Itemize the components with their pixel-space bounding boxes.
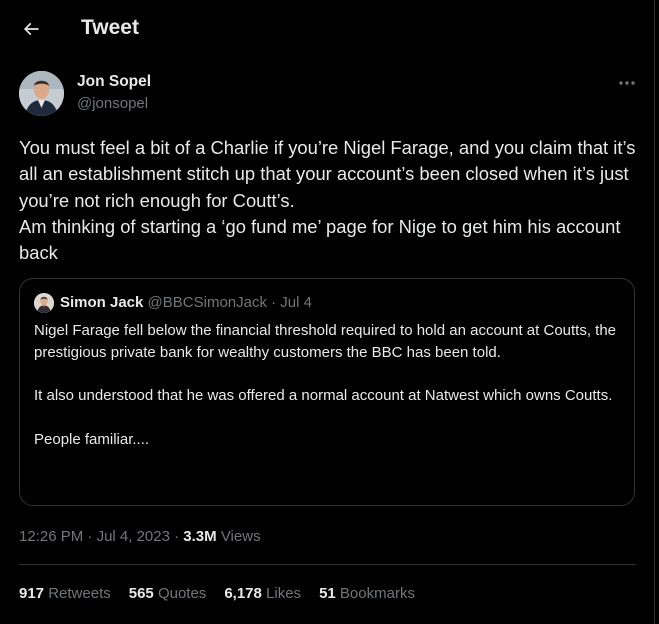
author-avatar[interactable] — [19, 71, 64, 116]
stat-count: 565 — [128, 585, 154, 602]
avatar-image — [19, 71, 64, 116]
quoted-avatar-image — [34, 293, 54, 313]
tweet-date[interactable]: Jul 4, 2023 — [97, 528, 170, 545]
back-button[interactable] — [14, 12, 48, 46]
quoted-tweet[interactable]: Simon Jack @BBCSimonJack · Jul 4 Nigel F… — [19, 278, 635, 506]
tweet-stats: 917 Retweets 565 Quotes 6,178 Likes 51 B… — [19, 585, 433, 602]
stat-count: 6,178 — [224, 585, 262, 602]
tweet-meta: 12:26 PM · Jul 4, 2023 · 3.3M Views — [19, 528, 261, 545]
quoted-text: Nigel Farage fell below the financial th… — [34, 322, 617, 448]
meta-separator: · — [87, 528, 97, 545]
arrow-left-icon — [23, 22, 39, 36]
quoted-header: Simon Jack @BBCSimonJack · Jul 4 — [60, 294, 312, 311]
author-name[interactable]: Jon Sopel — [77, 73, 151, 91]
quoted-author-meta: @BBCSimonJack · Jul 4 — [147, 294, 312, 311]
stat-label: Bookmarks — [339, 585, 415, 602]
stat-count: 51 — [319, 585, 336, 602]
stat-bookmarks[interactable]: 51 Bookmarks — [319, 585, 415, 602]
quoted-author-name: Simon Jack — [60, 294, 144, 311]
views-label: Views — [220, 528, 261, 545]
stat-label: Retweets — [48, 585, 111, 602]
stat-label: Likes — [266, 585, 302, 602]
stat-count: 917 — [19, 585, 45, 602]
more-horizontal-icon — [619, 81, 635, 85]
views-count: 3.3M — [183, 528, 217, 545]
page-title: Tweet — [81, 16, 139, 39]
stat-likes[interactable]: 6,178 Likes — [224, 585, 301, 602]
tweet-text: You must feel a bit of a Charlie if you’… — [19, 137, 636, 264]
header: Tweet — [0, 0, 654, 58]
stat-retweets[interactable]: 917 Retweets — [19, 585, 111, 602]
more-button[interactable] — [612, 70, 642, 96]
tweet-time[interactable]: 12:26 PM — [19, 528, 83, 545]
divider — [19, 564, 636, 565]
stat-label: Quotes — [157, 585, 207, 602]
author-handle[interactable]: @jonsopel — [77, 95, 148, 112]
stat-quotes[interactable]: 565 Quotes — [129, 585, 207, 602]
meta-separator: · — [174, 528, 184, 545]
quoted-author-avatar — [34, 293, 54, 313]
tweet-column: Tweet Jon Sopel @jonsopel You must feel … — [0, 0, 655, 624]
